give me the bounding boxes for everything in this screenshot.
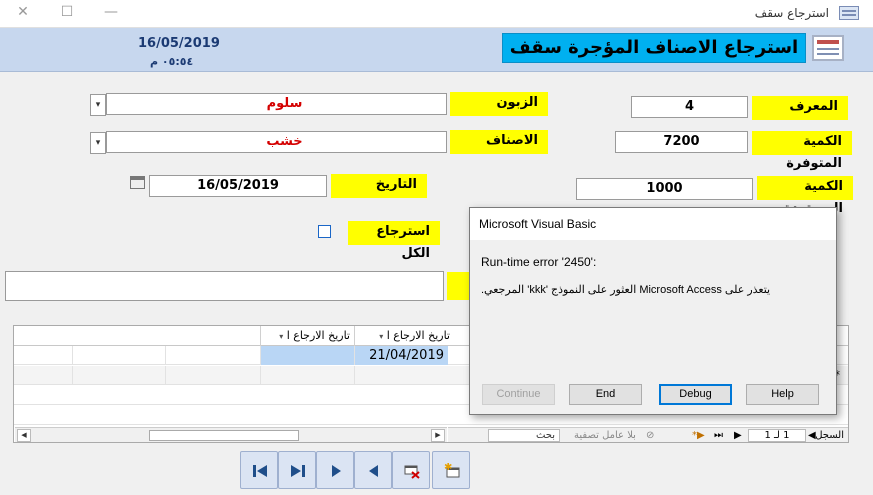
next-record-button[interactable] [316, 451, 354, 489]
chevron-down-icon[interactable]: ▾ [90, 94, 106, 116]
header-date: 16/05/2019 [138, 36, 220, 51]
previous-record-icon [369, 465, 378, 477]
items-value: خشب [266, 134, 303, 149]
scrollbar-thumb[interactable] [149, 430, 299, 441]
delete-record-icon [404, 465, 420, 479]
last-record-icon [291, 465, 305, 477]
next-record-nav-icon[interactable]: ▶ [734, 429, 742, 442]
chevron-down-icon[interactable]: ▾ [379, 332, 383, 341]
table-cell[interactable] [72, 366, 165, 385]
notes-field[interactable] [5, 271, 444, 301]
dialog-title: Microsoft Visual Basic [470, 208, 836, 240]
id-field[interactable]: 4 [631, 96, 748, 118]
column-header[interactable]: تاريخ الارجاع ا ▾ [260, 326, 354, 346]
vba-error-dialog: Microsoft Visual Basic Run-time error '2… [469, 207, 837, 415]
date-label: التاريخ [331, 174, 427, 198]
customer-combobox[interactable]: ▾ سلوم [90, 93, 447, 116]
window-title: استرجاع سقف [754, 6, 829, 20]
customer-value: سلوم [266, 96, 303, 111]
form-header: 16/05/2019 ٠٥:٥٤ م استرجاع الاصناف المؤج… [0, 28, 873, 72]
scroll-right-icon[interactable]: ▶ [431, 429, 445, 442]
maximize-window-button[interactable]: ☐ [52, 4, 82, 20]
search-field[interactable]: بحث [488, 429, 560, 442]
table-cell[interactable] [165, 346, 260, 365]
table-cell[interactable]: 21/04/2019 [354, 346, 448, 365]
new-record-button[interactable]: ✱ [432, 451, 470, 489]
app-form-icon [839, 6, 859, 20]
customer-label: الزبون [450, 92, 548, 116]
previous-record-button[interactable] [354, 451, 392, 489]
first-record-icon [253, 465, 267, 477]
new-record-icon: ✱ [444, 463, 460, 478]
continue-button[interactable]: Continue [482, 384, 555, 405]
date-field[interactable]: 16/05/2019 [149, 175, 327, 197]
chevron-down-icon[interactable]: ▾ [279, 332, 283, 341]
return-all-checkbox[interactable] [318, 225, 331, 238]
svg-text:✱: ✱ [444, 463, 452, 473]
dialog-error-code: Run-time error '2450': [481, 255, 597, 269]
window-titlebar: ✕ ☐ — استرجاع سقف [0, 0, 873, 28]
dialog-error-message: يتعذر على Microsoft Access العثور على ال… [481, 284, 771, 296]
end-button[interactable]: End [569, 384, 642, 405]
id-label: المعرف [752, 96, 848, 120]
column-header[interactable]: تاريخ الارجاع ا ▾ [354, 326, 454, 346]
table-cell[interactable] [260, 346, 354, 365]
scroll-left-icon[interactable]: ◀ [17, 429, 31, 442]
calendar-icon[interactable] [130, 176, 145, 189]
items-label: الاصناف [450, 130, 548, 154]
horizontal-scrollbar[interactable]: ◀ ▶ [15, 427, 447, 442]
record-navigation-bar: السجل: ⏮ ◀ 1 لـ 1 ▶ ⏭ ▶* ⊘ بلا عامل تصفي… [448, 427, 848, 442]
table-cell[interactable] [72, 346, 165, 365]
table-cell[interactable] [165, 366, 260, 385]
returned-qty-field[interactable]: 1000 [576, 178, 753, 200]
record-counter[interactable]: 1 لـ 1 [748, 429, 806, 442]
last-record-button[interactable] [278, 451, 316, 489]
close-window-button[interactable]: ✕ [8, 4, 38, 20]
previous-record-nav-icon[interactable]: ◀ [808, 429, 816, 442]
delete-record-button[interactable] [392, 451, 430, 489]
table-cell[interactable] [260, 366, 354, 385]
last-record-nav-icon[interactable]: ⏭ [714, 429, 723, 442]
filter-icon[interactable]: ⊘ [646, 429, 654, 442]
available-qty-field[interactable]: 7200 [615, 131, 748, 153]
table-cell[interactable] [354, 366, 448, 385]
new-record-nav-icon[interactable]: ▶* [692, 429, 705, 442]
help-button[interactable]: Help [746, 384, 819, 405]
return-all-label: استرجاع الكل [348, 221, 440, 261]
first-record-button[interactable] [240, 451, 278, 489]
header-form-icon [812, 35, 844, 61]
header-time: ٠٥:٥٤ م [150, 55, 194, 68]
debug-button[interactable]: Debug [659, 384, 732, 405]
record-label: السجل: [811, 430, 844, 441]
no-filter-label[interactable]: بلا عامل تصفية [574, 429, 636, 442]
returned-qty-label: الكمية المستردة [757, 176, 853, 216]
form-title: استرجاع الاصناف المؤجرة سقف [502, 33, 806, 63]
minimize-window-button[interactable]: — [96, 4, 126, 20]
items-combobox[interactable]: ▾ خشب [90, 131, 447, 154]
next-record-icon [332, 465, 341, 477]
available-qty-label: الكمية المتوفرة [752, 131, 852, 171]
chevron-down-icon[interactable]: ▾ [90, 132, 106, 154]
